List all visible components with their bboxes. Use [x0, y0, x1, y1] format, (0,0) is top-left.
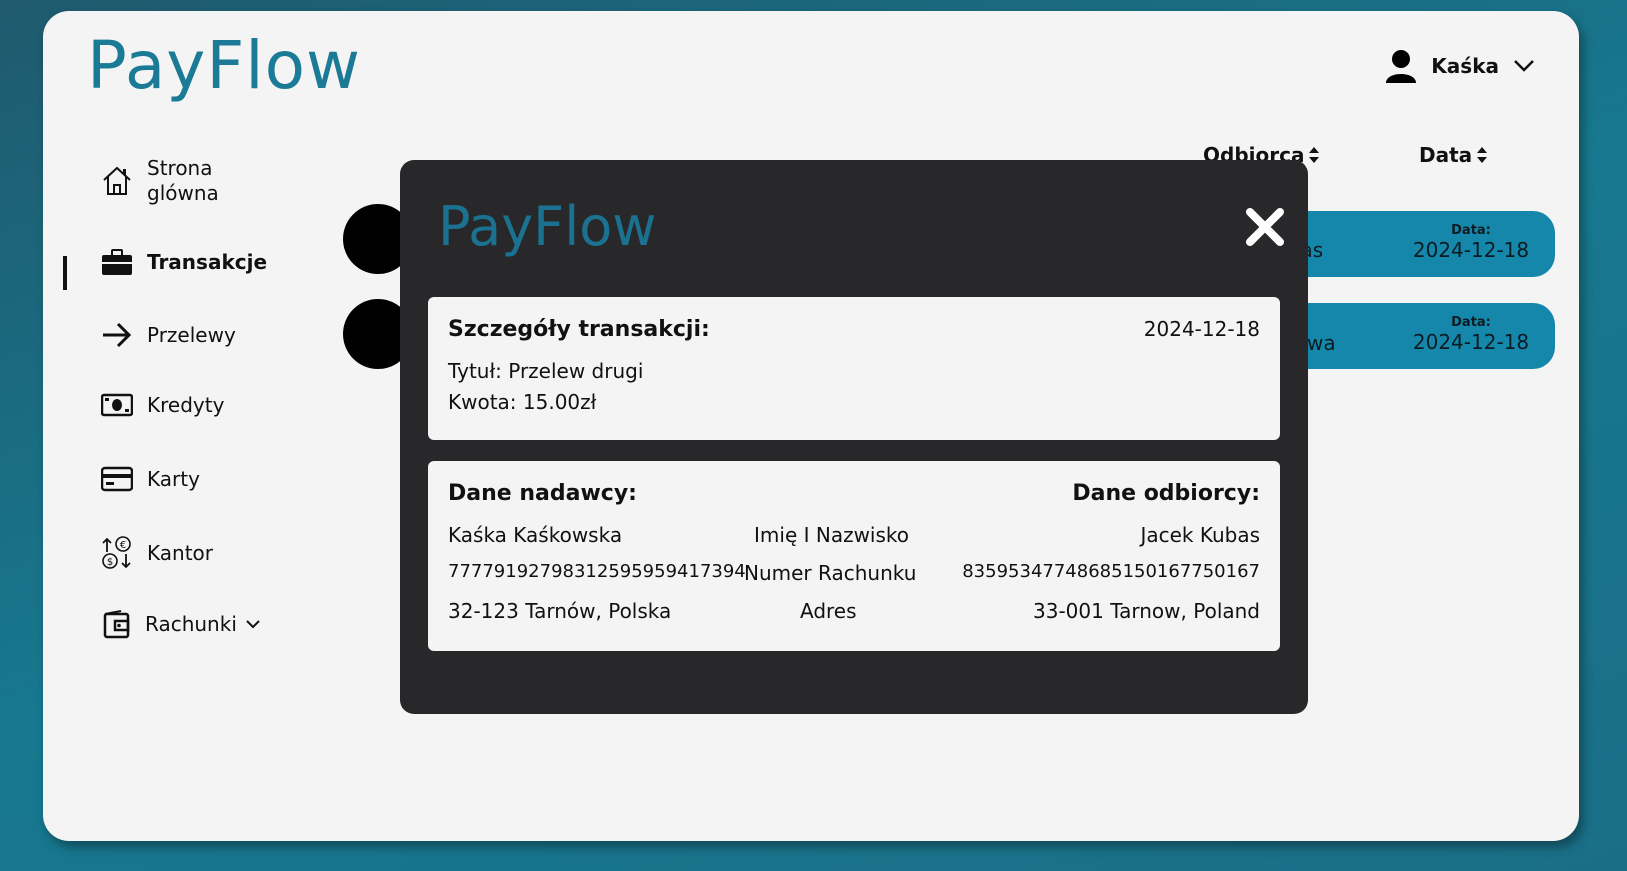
- details-title-line: Tytuł: Przelew drugi: [448, 359, 644, 383]
- recipient-account: 83595347748685150167750167: [962, 561, 1260, 582]
- user-icon: [1386, 50, 1417, 83]
- sidebar-item-accounts[interactable]: Rachunki: [101, 609, 261, 639]
- arrow-right-icon: [103, 322, 132, 348]
- row-date-value: 2024-12-18: [1412, 238, 1530, 262]
- chevron-down-icon: [246, 620, 260, 629]
- sidebar-item-cards[interactable]: Karty: [101, 466, 200, 492]
- close-icon[interactable]: [1242, 204, 1288, 250]
- details-title: Szczegóły transakcji:: [448, 317, 710, 342]
- user-menu[interactable]: Kaśka: [1385, 49, 1535, 83]
- parties-card: Dane nadawcy: Dane odbiorcy: Kaśka Kaśko…: [428, 461, 1280, 651]
- sidebar-item-label: Transakcje: [147, 250, 268, 274]
- sender-address: 32-123 Tarnów, Polska: [448, 599, 672, 623]
- sidebar-item-label: Strona glówna: [147, 156, 219, 205]
- recipient-title: Dane odbiorcy:: [1072, 481, 1260, 506]
- recipient-name: Jacek Kubas: [1140, 523, 1260, 547]
- sort-icon: [1477, 147, 1488, 163]
- recipient-address: 33-001 Tarnow, Poland: [1033, 599, 1260, 623]
- transaction-modal: PayFlow Szczegóły transakcji: 2024-12-18…: [400, 160, 1308, 714]
- sidebar-item-label: Przelewy: [147, 323, 236, 347]
- exchange-icon: € $: [102, 536, 131, 569]
- sender-account: 77779192798312595959417394: [448, 561, 746, 582]
- sidebar-item-label: Rachunki: [145, 612, 237, 636]
- field-label-account: Numer Rachunku: [744, 561, 917, 585]
- sidebar-item-transactions[interactable]: Transakcje: [101, 248, 267, 276]
- sidebar-item-label: Kredyty: [147, 393, 225, 417]
- row-date-value: 2024-12-18: [1412, 330, 1530, 354]
- sender-title: Dane nadawcy:: [448, 481, 637, 506]
- card-icon: [101, 466, 133, 492]
- sidebar-item-exchange[interactable]: € $ Kantor: [101, 536, 213, 570]
- transaction-details-card: Szczegóły transakcji: 2024-12-18 Tytuł: …: [428, 297, 1280, 440]
- home-icon: [103, 166, 131, 195]
- wallet-icon: [103, 610, 130, 639]
- sidebar-item-transfers[interactable]: Przelewy: [101, 320, 236, 350]
- svg-text:$: $: [107, 557, 113, 568]
- sender-name: Kaśka Kaśkowska: [448, 523, 623, 547]
- details-amount: Kwota: 15.00zł: [448, 390, 597, 414]
- active-indicator: [63, 256, 67, 290]
- sidebar-item-label: Karty: [147, 467, 200, 491]
- row-date-label: Data:: [1451, 223, 1491, 238]
- payflow-logo[interactable]: PayFlow: [87, 33, 361, 99]
- banknote-icon: [101, 393, 133, 417]
- user-name: Kaśka: [1431, 54, 1499, 78]
- chevron-down-icon: [1514, 60, 1534, 72]
- svg-text:€: €: [120, 540, 126, 551]
- sidebar-item-loans[interactable]: Kredyty: [101, 393, 224, 417]
- modal-logo-text: PayFlow: [438, 195, 657, 258]
- logo-text: PayFlow: [87, 27, 361, 104]
- field-label-address: Adres: [800, 599, 857, 623]
- details-date: 2024-12-18: [1143, 317, 1260, 341]
- sort-icon: [1309, 147, 1320, 163]
- sidebar-item-home[interactable]: Strona glówna: [101, 156, 219, 206]
- row-date-label: Data:: [1451, 315, 1491, 330]
- modal-logo: PayFlow: [438, 200, 656, 254]
- row-date: Data: 2024-12-18: [1411, 223, 1531, 262]
- sidebar-item-label: Kantor: [147, 541, 213, 565]
- app-window: PayFlow Kaśka Strona glówna Transakcje P…: [43, 11, 1579, 841]
- briefcase-icon: [102, 249, 132, 275]
- field-label-name: Imię I Nazwisko: [754, 523, 910, 547]
- header-date-label: Data: [1419, 143, 1473, 167]
- row-date: Data: 2024-12-18: [1411, 315, 1531, 354]
- header-date[interactable]: Data: [1419, 143, 1488, 167]
